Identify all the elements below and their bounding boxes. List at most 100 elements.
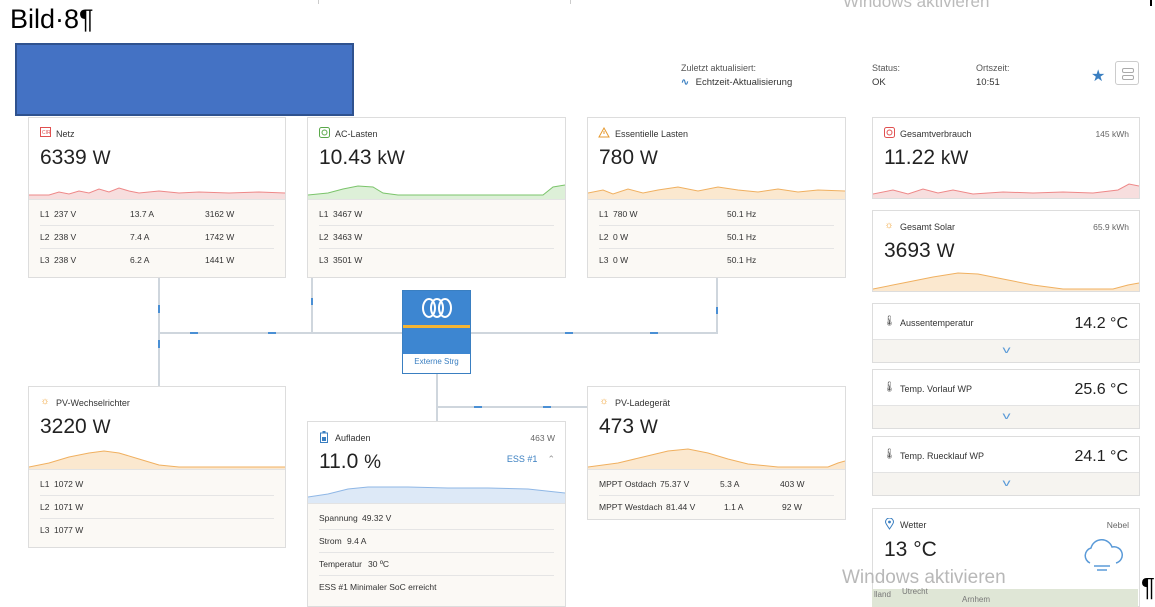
flow-dot xyxy=(268,332,276,334)
pv-charger-value-unit: W xyxy=(639,417,658,438)
inverter-charger-tile[interactable]: Externe Strg xyxy=(402,290,471,374)
sun-icon: ☼ xyxy=(40,396,50,407)
power: 3467 W xyxy=(333,209,363,219)
ac-loads-sparkline xyxy=(308,184,565,199)
battery-soc-number: 11.0 xyxy=(319,450,359,473)
total-consumption-sparkline xyxy=(873,183,1139,198)
wire-dc-bus xyxy=(438,406,588,408)
essential-loads-value-number: 780 xyxy=(599,146,635,169)
voltage: 75.37 V xyxy=(660,479,690,489)
star-icon[interactable]: ★ xyxy=(1091,66,1105,86)
battery-sparkline xyxy=(308,486,565,503)
ess-selector[interactable]: ESS #1 ⌃ xyxy=(507,454,555,465)
chevron-up-icon: ⌃ xyxy=(547,454,555,464)
pv-charger-value: 473 W xyxy=(599,415,658,439)
total-consumption-value: 11.22 kW xyxy=(884,146,968,170)
voltage: 238 V xyxy=(54,255,77,265)
power: 1441 W xyxy=(205,255,235,265)
pv-inverter-value: 3220 W xyxy=(40,415,111,439)
wire-battery xyxy=(436,374,438,422)
battery-card[interactable]: Aufladen 463 W 11.0 % ESS #1 ⌃ Spannung 49… xyxy=(307,421,566,607)
temp-outside-card[interactable]: 🌡 Aussentemperatur 14.2 °C v xyxy=(872,303,1140,363)
pv-inverter-value-unit: W xyxy=(92,417,111,438)
pv-inverter-card[interactable]: ☼ PV-Wechselrichter 3220 W L1 1072 W L2 10… xyxy=(28,386,286,548)
battery-row-ess: ESS #1 Minimaler SoC erreicht xyxy=(319,576,554,598)
local-time-label: Ortszeit: xyxy=(976,63,1010,73)
total-consumption-card[interactable]: Gesamtverbrauch 145 kWh 11.22 kW xyxy=(872,117,1140,199)
grid-row-l1: L1 237 V 13.7 A 3162 W xyxy=(40,203,274,226)
battery-power: 463 W xyxy=(530,433,555,443)
total-solar-sparkline xyxy=(873,272,1139,291)
total-solar-energy: 65.9 kWh xyxy=(1093,222,1129,232)
temp-flow-value: 25.6 °C xyxy=(1074,381,1128,398)
voltage: 238 V xyxy=(54,232,77,242)
updated-value: ∿ Echtzeit-Aktualisierung xyxy=(681,77,792,88)
realtime-wave-icon: ∿ xyxy=(681,77,689,88)
ac-loads-value: 10.43 kW xyxy=(319,146,405,170)
battery-row-voltage: Spannung 49.32 V xyxy=(319,507,554,530)
temp-flow-card[interactable]: 🌡 Temp. Vorlauf WP 25.6 °C v xyxy=(872,369,1140,429)
ac-loads-row-l2: L2 3463 W xyxy=(319,226,554,249)
temp-return-expander[interactable]: v xyxy=(873,472,1139,495)
frequency: 50.1 Hz xyxy=(727,255,757,265)
phase-label: L1 xyxy=(40,209,50,219)
battery-soc-unit: % xyxy=(364,452,382,473)
phase-label: L2 xyxy=(319,232,329,242)
frequency: 50.1 Hz xyxy=(727,232,757,242)
document-frame-edge xyxy=(318,0,571,4)
grid-title: Netz xyxy=(56,129,75,139)
flow-dot xyxy=(190,332,198,334)
phase-label: L3 xyxy=(40,255,50,265)
phase-label: L3 xyxy=(599,255,609,265)
ac-loads-title: AC-Lasten xyxy=(335,129,378,139)
grid-value: 6339 W xyxy=(40,146,111,170)
power: 0 W xyxy=(613,255,629,265)
updated-label: Zuletzt aktualisiert: xyxy=(681,63,757,73)
row-value: 49.32 V xyxy=(362,513,392,523)
location-pin-icon xyxy=(883,517,895,530)
grid-card[interactable]: CIR Netz 6339 W L1 237 V 13.7 A 3162 W L2 23… xyxy=(28,117,286,278)
chevron-down-icon: v xyxy=(1002,478,1010,489)
temp-flow-expander[interactable]: v xyxy=(873,405,1139,428)
grid-value-number: 6339 xyxy=(40,146,87,169)
power: 1071 W xyxy=(54,502,84,512)
essential-row-l2: L2 0 W 50.1 Hz xyxy=(599,226,834,249)
grid-row-l3: L3 238 V 6.2 A 1441 W xyxy=(40,249,274,271)
sun-icon: ☼ xyxy=(884,220,894,231)
flow-dot xyxy=(716,307,718,314)
inverter-divider xyxy=(403,325,470,328)
current: 5.3 A xyxy=(720,479,740,489)
row-value: 30 ºC xyxy=(368,559,390,569)
pv-charger-card[interactable]: ☼ PV-Ladegerät 473 W MPPT Ostdach 75.37 V… xyxy=(587,386,846,520)
ac-loads-row-l1: L1 3467 W xyxy=(319,203,554,226)
windows-activation-watermark: Windows aktivieren xyxy=(842,567,1006,588)
flow-dot xyxy=(543,406,551,408)
toggle-bar-icon xyxy=(1122,68,1134,73)
consumption-icon xyxy=(883,127,895,139)
phase-label: L3 xyxy=(40,525,50,535)
temp-return-card[interactable]: 🌡 Temp. Ruecklauf WP 24.1 °C v xyxy=(872,436,1140,496)
total-solar-card[interactable]: ☼ Gesamt Solar 65.9 kWh 3693 W xyxy=(872,210,1140,292)
chevron-down-icon: v xyxy=(1002,345,1010,356)
row-label: Spannung xyxy=(319,513,358,523)
svg-text:CIR: CIR xyxy=(42,130,51,136)
weather-map-strip: lland Utrecht Arnhem xyxy=(872,587,1138,607)
weather-title: Wetter xyxy=(900,520,927,530)
pv-inverter-value-number: 3220 xyxy=(40,415,87,438)
essential-loads-sparkline xyxy=(588,186,845,199)
phase-label: L1 xyxy=(599,209,609,219)
warning-icon xyxy=(598,126,610,139)
inverter-mode-label: Externe Strg xyxy=(414,357,459,366)
temp-return-title: Temp. Ruecklauf WP xyxy=(900,451,985,461)
map-label: lland xyxy=(874,590,891,599)
ac-loads-card[interactable]: AC-Lasten 10.43 kW L1 3467 W L2 3463 W L3 3… xyxy=(307,117,566,278)
pv-charger-value-number: 473 xyxy=(599,415,635,438)
essential-loads-card[interactable]: Essentielle Lasten 780 W L1 780 W 50.1 Hz … xyxy=(587,117,846,278)
temp-outside-expander[interactable]: v xyxy=(873,339,1139,362)
pv-inverter-title: PV-Wechselrichter xyxy=(56,398,130,408)
power: 3501 W xyxy=(333,255,363,265)
victron-logo-icon xyxy=(403,291,470,354)
row-label: Temperatur xyxy=(319,559,362,569)
power: 0 W xyxy=(613,232,629,242)
layout-toggle-button[interactable] xyxy=(1115,61,1139,85)
